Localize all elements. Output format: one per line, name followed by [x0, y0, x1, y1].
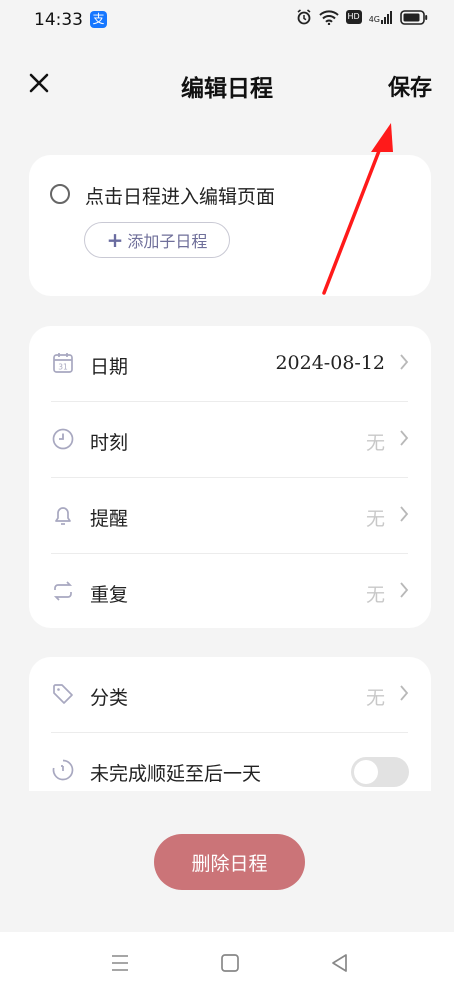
page-title: 编辑日程 — [181, 75, 273, 102]
time-value: 无 — [365, 432, 385, 454]
home-icon[interactable] — [218, 952, 242, 974]
calendar-icon: 31 — [53, 353, 73, 373]
repeat-icon — [53, 581, 73, 601]
reminder-row[interactable]: 提醒 无 — [29, 478, 431, 553]
chevron-right-icon — [400, 430, 409, 446]
task-title[interactable]: 点击日程进入编辑页面 — [85, 182, 275, 209]
reminder-value: 无 — [365, 508, 385, 530]
signal-4g-icon: 4G — [369, 10, 393, 24]
date-row[interactable]: 31 日期 2024-08-12 — [29, 326, 431, 401]
battery-icon — [400, 9, 428, 25]
system-navigation-bar — [0, 932, 454, 982]
repeat-value: 无 — [365, 584, 385, 606]
screen: 14:33 支 HD 4G 编辑日程 保存 点击日程进入编辑页面 + 添加子日程… — [0, 0, 454, 982]
postpone-label: 未完成顺延至后一天 — [90, 763, 262, 785]
task-card: 点击日程进入编辑页面 + 添加子日程 — [29, 155, 431, 296]
wifi-icon — [318, 10, 339, 25]
time-label: 时刻 — [90, 432, 129, 454]
toggle-knob — [354, 760, 378, 784]
chevron-right-icon — [400, 354, 409, 370]
status-bar: 14:33 支 HD 4G — [0, 0, 454, 40]
alipay-notification-icon: 支 — [90, 11, 107, 28]
postpone-row: 未完成顺延至后一天 — [29, 733, 431, 808]
date-label: 日期 — [90, 356, 129, 378]
save-button[interactable]: 保存 — [388, 70, 432, 102]
reminder-label: 提醒 — [90, 508, 129, 530]
category-label: 分类 — [90, 687, 129, 709]
plus-icon: + — [106, 228, 124, 252]
category-card: 分类 无 未完成顺延至后一天 — [29, 657, 431, 791]
postpone-toggle[interactable] — [351, 757, 409, 787]
status-time: 14:33 — [34, 10, 83, 30]
category-value: 无 — [365, 687, 385, 709]
hd-icon: HD — [345, 10, 362, 24]
svg-text:31: 31 — [58, 363, 68, 372]
postpone-icon — [52, 759, 74, 781]
header: 编辑日程 保存 — [0, 60, 454, 110]
menu-icon[interactable] — [108, 952, 132, 974]
add-subtask-button[interactable]: + 添加子日程 — [84, 222, 230, 258]
tag-icon — [53, 684, 73, 704]
network-type-label: 4G — [368, 15, 380, 24]
category-row[interactable]: 分类 无 — [29, 657, 431, 732]
back-icon[interactable] — [328, 952, 352, 974]
delete-schedule-button[interactable]: 删除日程 — [154, 834, 305, 890]
add-subtask-label: 添加子日程 — [127, 232, 208, 251]
clock-icon — [52, 428, 74, 450]
date-value: 2024-08-12 — [275, 352, 385, 374]
repeat-label: 重复 — [90, 584, 129, 606]
alarm-icon — [297, 9, 311, 25]
chevron-right-icon — [400, 685, 409, 701]
bell-icon — [55, 507, 71, 525]
chevron-right-icon — [400, 506, 409, 522]
task-complete-checkbox[interactable] — [50, 184, 70, 204]
time-row[interactable]: 时刻 无 — [29, 402, 431, 477]
repeat-row[interactable]: 重复 无 — [29, 554, 431, 629]
status-icons: HD 4G — [296, 9, 428, 25]
settings-card: 31 日期 2024-08-12 时刻 无 提醒 无 重复 无 — [29, 326, 431, 628]
chevron-right-icon — [400, 582, 409, 598]
